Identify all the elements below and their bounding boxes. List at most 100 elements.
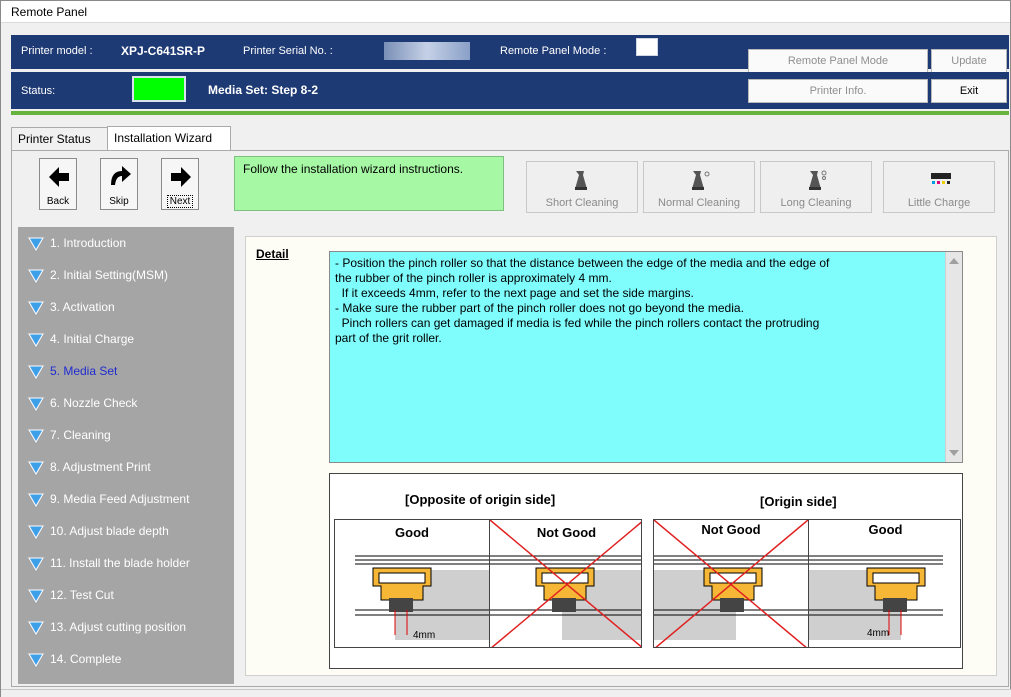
window-title: Remote Panel xyxy=(1,1,1010,23)
back-button[interactable]: Back xyxy=(39,158,77,210)
detail-label: Detail xyxy=(256,247,289,261)
triangle-down-icon xyxy=(28,301,44,315)
ink-charge-icon xyxy=(931,173,951,184)
skip-label: Skip xyxy=(109,196,129,207)
triangle-down-icon xyxy=(28,237,44,251)
next-button[interactable]: Next xyxy=(161,158,199,210)
detail-line: - Make sure the rubber part of the pinch… xyxy=(335,301,744,315)
wizard-step-label: 11. Install the blade holder xyxy=(50,556,190,570)
detail-pane: Detail - Position the pinch roller so th… xyxy=(245,236,997,676)
not-good-example: Not Good xyxy=(489,520,641,647)
wizard-step-label: 3. Activation xyxy=(50,300,115,314)
wizard-step-label: 8. Adjustment Print xyxy=(50,460,151,474)
detail-line: If it exceeds 4mm, refer to the next pag… xyxy=(335,286,694,300)
cleaning-icon xyxy=(692,171,710,190)
wizard-instruction-message: Follow the installation wizard instructi… xyxy=(234,156,504,211)
remote-mode-label: Remote Panel Mode : xyxy=(500,45,607,57)
remote-panel-window: Remote Panel Printer model : XPJ-C641SR-… xyxy=(0,0,1011,697)
status-label: Status: xyxy=(21,85,56,97)
wizard-step-label: 9. Media Feed Adjustment xyxy=(50,492,190,506)
header-accent-line xyxy=(11,111,1009,115)
printer-info-button[interactable]: Printer Info. xyxy=(748,79,928,103)
pinch-roller-diagram xyxy=(654,520,809,647)
not-good-label: Not Good xyxy=(536,525,597,540)
serial-redacted xyxy=(384,42,470,60)
remote-mode-indicator xyxy=(636,38,658,56)
serial-label: Printer Serial No. : xyxy=(243,45,333,57)
good-label: Good xyxy=(868,522,903,537)
opposite-origin-title: [Opposite of origin side] xyxy=(405,492,556,507)
long-cleaning-button[interactable]: Long Cleaning xyxy=(760,161,872,213)
triangle-down-icon xyxy=(28,525,44,539)
cleaning-icon xyxy=(809,170,827,190)
measure-label: 4mm xyxy=(413,630,436,641)
wizard-step-label: 4. Initial Charge xyxy=(50,332,135,346)
detail-line: part of the grit roller. xyxy=(335,331,442,345)
good-example: Good 4mm xyxy=(335,520,489,647)
redo-arrow-icon xyxy=(111,166,131,185)
little-charge-button[interactable]: Little Charge xyxy=(883,161,995,213)
wizard-step-label: 12. Test Cut xyxy=(50,588,114,602)
printer-model-label: Printer model : xyxy=(21,45,93,57)
triangle-down-icon xyxy=(28,557,44,571)
header-status-bar: Status: Media Set: Step 8-2 Printer Info… xyxy=(11,72,1009,109)
skip-button[interactable]: Skip xyxy=(100,158,138,210)
triangle-down-icon xyxy=(28,269,44,283)
normal-cleaning-label: Normal Cleaning xyxy=(658,197,740,209)
triangle-down-icon xyxy=(28,429,44,443)
long-cleaning-label: Long Cleaning xyxy=(780,197,852,209)
wizard-step-label: 7. Cleaning xyxy=(50,428,111,442)
status-bar xyxy=(1,689,1011,697)
header-info-bar: Printer model : XPJ-C641SR-P Printer Ser… xyxy=(11,35,1009,73)
detail-line: the rubber of the pinch roller is approx… xyxy=(335,271,612,285)
cleaning-icon xyxy=(575,171,587,190)
little-charge-label: Little Charge xyxy=(907,197,971,209)
triangle-down-icon xyxy=(28,397,44,411)
wizard-step-label: 2. Initial Setting(MSM) xyxy=(50,268,169,282)
triangle-down-icon xyxy=(28,333,44,347)
tab-installation-wizard[interactable]: Installation Wizard xyxy=(107,126,231,151)
update-button[interactable]: Update xyxy=(931,49,1007,73)
back-label: Back xyxy=(46,196,70,207)
status-indicator xyxy=(132,76,186,102)
triangle-down-icon xyxy=(28,461,44,475)
wizard-step-label: 5. Media Set xyxy=(50,364,118,378)
detail-scrollbar[interactable] xyxy=(945,252,962,462)
detail-line: - Position the pinch roller so that the … xyxy=(335,256,830,270)
wizard-content: Detail - Position the pinch roller so th… xyxy=(234,227,1006,684)
wizard-step-label: 1. Introduction xyxy=(50,236,127,250)
triangle-down-icon xyxy=(28,493,44,507)
detail-text-box[interactable]: - Position the pinch roller so that the … xyxy=(329,251,963,463)
exit-button[interactable]: Exit xyxy=(931,79,1007,103)
origin-side-title: [Origin side] xyxy=(760,494,837,509)
scroll-down-arrow-icon[interactable] xyxy=(949,450,959,456)
short-cleaning-label: Short Cleaning xyxy=(545,197,619,209)
normal-cleaning-button[interactable]: Normal Cleaning xyxy=(643,161,755,213)
wizard-step-label: 10. Adjust blade depth xyxy=(50,524,169,538)
pinch-roller-illustration: [Opposite of origin side] [Origin side] … xyxy=(329,473,963,669)
origin-side-panel: Not Good Good 4mm xyxy=(653,519,961,648)
arrow-left-icon xyxy=(49,167,69,187)
triangle-down-icon xyxy=(28,653,44,667)
triangle-down-icon xyxy=(28,365,44,379)
not-good-example: Not Good xyxy=(654,520,809,647)
triangle-down-icon xyxy=(28,621,44,635)
wizard-step-label: 6. Nozzle Check xyxy=(50,396,138,410)
remote-panel-mode-button[interactable]: Remote Panel Mode xyxy=(748,49,928,73)
scroll-up-arrow-icon[interactable] xyxy=(949,258,959,264)
printer-model-value: XPJ-C641SR-P xyxy=(121,44,206,58)
status-text: Media Set: Step 8-2 xyxy=(208,83,319,97)
arrow-right-icon xyxy=(171,167,191,187)
wizard-step-label: 13. Adjust cutting position xyxy=(50,620,187,634)
next-label: Next xyxy=(162,195,198,208)
short-cleaning-button[interactable]: Short Cleaning xyxy=(526,161,638,213)
good-label: Good xyxy=(395,525,429,540)
good-example: Good 4mm xyxy=(808,520,960,647)
not-good-label: Not Good xyxy=(701,522,761,537)
wizard-steps-sidebar: 1. Introduction 2. Initial Setting(MSM) 3.… xyxy=(18,227,234,684)
detail-line: Pinch rollers can get damaged if media i… xyxy=(335,316,820,330)
measure-label: 4mm xyxy=(867,628,890,639)
tab-printer-status[interactable]: Printer Status xyxy=(11,127,108,150)
triangle-down-icon xyxy=(28,589,44,603)
opposite-origin-panel: Good 4mm Not Good xyxy=(334,519,642,648)
